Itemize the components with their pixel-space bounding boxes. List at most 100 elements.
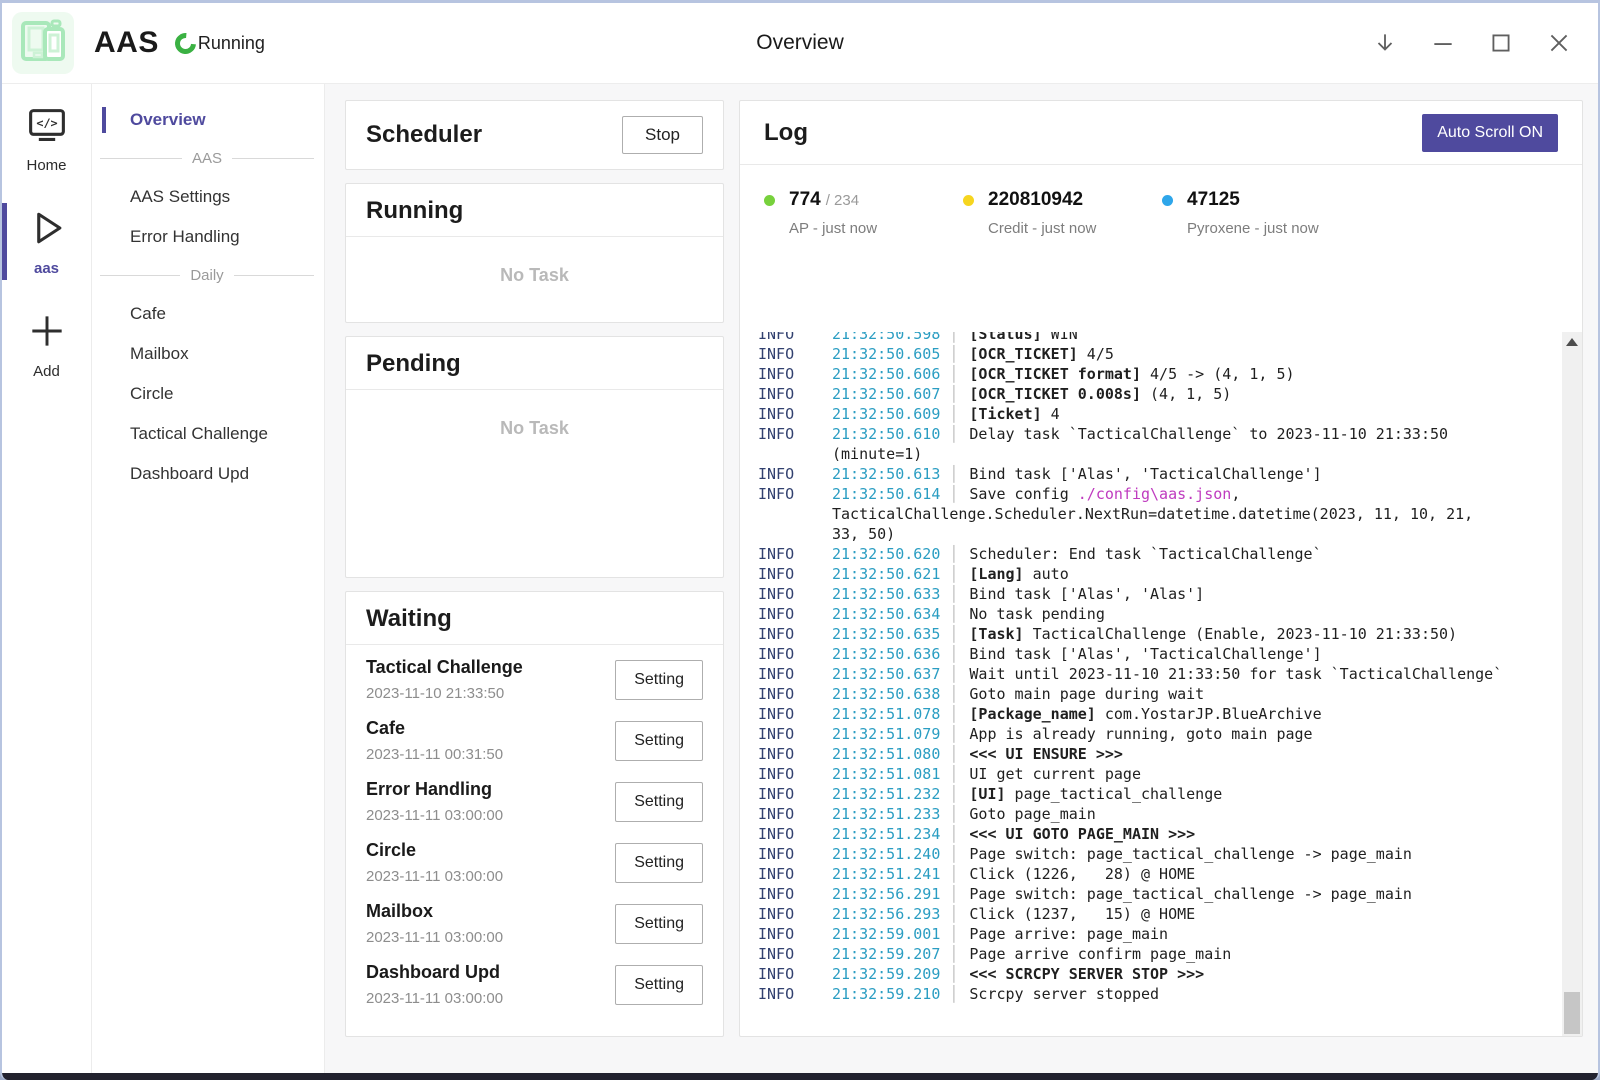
log-message: Click (1237, 15) @ HOME xyxy=(969,905,1195,923)
log-message: Bind task ['Alas', 'Alas'] xyxy=(969,585,1204,603)
stat-value: 220810942 xyxy=(988,189,1083,211)
nav-item-mailbox[interactable]: Mailbox xyxy=(92,334,324,374)
log-separator: │ xyxy=(940,705,969,723)
waiting-task-time: 2023-11-11 00:31:50 xyxy=(366,746,503,763)
log-timestamp: 21:32:50.637 xyxy=(832,665,940,683)
log-entry: INFO21:32:51.079│App is already running,… xyxy=(758,724,1552,744)
setting-button[interactable]: Setting xyxy=(615,843,703,883)
log-stat-top: 774/ 234 xyxy=(764,189,963,211)
nav-menu: OverviewAASAAS SettingsError HandlingDai… xyxy=(92,84,325,1073)
log-timestamp: 21:32:50.606 xyxy=(832,365,940,383)
close-button[interactable] xyxy=(1546,30,1572,56)
log-level: INFO xyxy=(758,624,832,644)
log-level: INFO xyxy=(758,864,832,884)
stop-button[interactable]: Stop xyxy=(622,116,703,154)
setting-button[interactable]: Setting xyxy=(615,965,703,1005)
log-timestamp: 21:32:51.080 xyxy=(832,745,940,763)
log-stat-top: 220810942 xyxy=(963,189,1162,211)
nav-item-overview[interactable]: Overview xyxy=(92,100,324,140)
log-entry-body: 21:32:50.606│[OCR_TICKET format] 4/5 -> … xyxy=(832,364,1552,384)
log-title: Log xyxy=(764,119,808,147)
nav-item-error-handling[interactable]: Error Handling xyxy=(92,217,324,257)
rail-item-home[interactable]: </> Home xyxy=(2,102,91,179)
waiting-task-row: Mailbox2023-11-11 03:00:00Setting xyxy=(366,893,703,954)
rail-item-aas[interactable]: aas xyxy=(2,201,91,282)
log-stat: 47125Pyroxene - just now xyxy=(1162,189,1361,332)
minimize-button[interactable] xyxy=(1430,30,1456,56)
log-entry-body: 21:32:50.607│[OCR_TICKET 0.008s] (4, 1, … xyxy=(832,384,1552,404)
log-timestamp: 21:32:50.605 xyxy=(832,345,940,363)
waiting-list: Tactical Challenge2023-11-10 21:33:50Set… xyxy=(346,645,723,1019)
waiting-task-time: 2023-11-11 03:00:00 xyxy=(366,868,503,885)
log-entry-body: 21:32:50.638│Goto main page during wait xyxy=(832,684,1552,704)
log-entry: INFO21:32:59.207│Page arrive confirm pag… xyxy=(758,944,1552,964)
window-controls xyxy=(1372,30,1572,56)
log-entry: INFO21:32:50.620│Scheduler: End task `Ta… xyxy=(758,544,1552,564)
waiting-task-name: Cafe xyxy=(366,718,503,739)
log-entry: INFO21:32:50.635│[Task] TacticalChalleng… xyxy=(758,624,1552,644)
waiting-task-name: Circle xyxy=(366,840,503,861)
log-timestamp: 21:32:50.638 xyxy=(832,685,940,703)
maximize-button[interactable] xyxy=(1488,30,1514,56)
log-separator: │ xyxy=(940,425,969,443)
log-message: Scheduler: End task `TacticalChallenge` xyxy=(969,545,1321,563)
log-level: INFO xyxy=(758,344,832,364)
log-entry-body: 21:32:50.598│[Status] WIN xyxy=(832,332,1552,344)
setting-button[interactable]: Setting xyxy=(615,904,703,944)
pending-empty-label: No Task xyxy=(346,390,723,439)
log-timestamp: 21:32:59.001 xyxy=(832,925,940,943)
nav-item-tactical-challenge[interactable]: Tactical Challenge xyxy=(92,414,324,454)
scrollbar-thumb[interactable] xyxy=(1564,992,1580,1034)
waiting-task-name: Mailbox xyxy=(366,901,503,922)
nav-section-daily: Daily xyxy=(92,257,324,294)
setting-button[interactable]: Setting xyxy=(615,782,703,822)
log-entry: INFO21:32:51.233│Goto page_main xyxy=(758,804,1552,824)
log-timestamp: 21:32:51.079 xyxy=(832,725,940,743)
log-level: INFO xyxy=(758,684,832,704)
log-message: <<< UI GOTO PAGE_MAIN >>> xyxy=(969,825,1195,843)
log-timestamp: 21:32:56.291 xyxy=(832,885,940,903)
log-level: INFO xyxy=(758,984,832,1004)
log-entry: INFO21:32:50.614│Save config ./config\aa… xyxy=(758,484,1552,544)
setting-button[interactable]: Setting xyxy=(615,660,703,700)
nav-item-cafe[interactable]: Cafe xyxy=(92,294,324,334)
log-level: INFO xyxy=(758,804,832,824)
log-entry: INFO21:32:50.606│[OCR_TICKET format] 4/5… xyxy=(758,364,1552,384)
nav-item-circle[interactable]: Circle xyxy=(92,374,324,414)
log-timestamp: 21:32:50.614 xyxy=(832,485,940,503)
log-entry-body: 21:32:51.081│UI get current page xyxy=(832,764,1552,784)
nav-item-dashboard-upd[interactable]: Dashboard Upd xyxy=(92,454,324,494)
log-separator: │ xyxy=(940,545,969,563)
log-level: INFO xyxy=(758,704,832,724)
rail-item-add[interactable]: Add xyxy=(2,304,91,385)
log-entry: INFO21:32:51.078│[Package_name] com.Yost… xyxy=(758,704,1552,724)
log-message: [Ticket] 4 xyxy=(969,405,1059,423)
log-stat: 220810942Credit - just now xyxy=(963,189,1162,332)
log-message: [Status] WIN xyxy=(969,332,1077,343)
log-entry: INFO21:32:50.607│[OCR_TICKET 0.008s] (4,… xyxy=(758,384,1552,404)
log-entry: INFO21:32:50.636│Bind task ['Alas', 'Tac… xyxy=(758,644,1552,664)
log-timestamp: 21:32:59.207 xyxy=(832,945,940,963)
download-arrow-icon[interactable] xyxy=(1372,30,1398,56)
auto-scroll-button[interactable]: Auto Scroll ON xyxy=(1422,114,1558,152)
log-timestamp: 21:32:51.232 xyxy=(832,785,940,803)
log-level: INFO xyxy=(758,664,832,684)
log-entry: INFO21:32:50.609│[Ticket] 4 xyxy=(758,404,1552,424)
log-level: INFO xyxy=(758,784,832,804)
stat-dot-icon xyxy=(764,195,775,206)
scroll-up-arrow-icon[interactable] xyxy=(1566,338,1578,346)
log-scrollbar[interactable] xyxy=(1562,332,1582,1036)
log-entry: INFO21:32:50.638│Goto main page during w… xyxy=(758,684,1552,704)
log-entry-body: 21:32:50.609│[Ticket] 4 xyxy=(832,404,1552,424)
setting-button[interactable]: Setting xyxy=(615,721,703,761)
log-timestamp: 21:32:50.633 xyxy=(832,585,940,603)
rail-item-label: Home xyxy=(26,157,66,174)
log-entry: INFO21:32:56.293│Click (1237, 15) @ HOME xyxy=(758,904,1552,924)
rail-item-label: Add xyxy=(33,363,60,380)
svg-text:</>: </> xyxy=(36,116,57,130)
nav-item-aas-settings[interactable]: AAS Settings xyxy=(92,177,324,217)
running-spinner-icon xyxy=(171,28,201,58)
log-entry: INFO21:32:59.001│Page arrive: page_main xyxy=(758,924,1552,944)
log-console[interactable]: INFO21:32:50.598│[Status] WININFO21:32:5… xyxy=(740,332,1582,1036)
log-entry-body: 21:32:51.233│Goto page_main xyxy=(832,804,1552,824)
